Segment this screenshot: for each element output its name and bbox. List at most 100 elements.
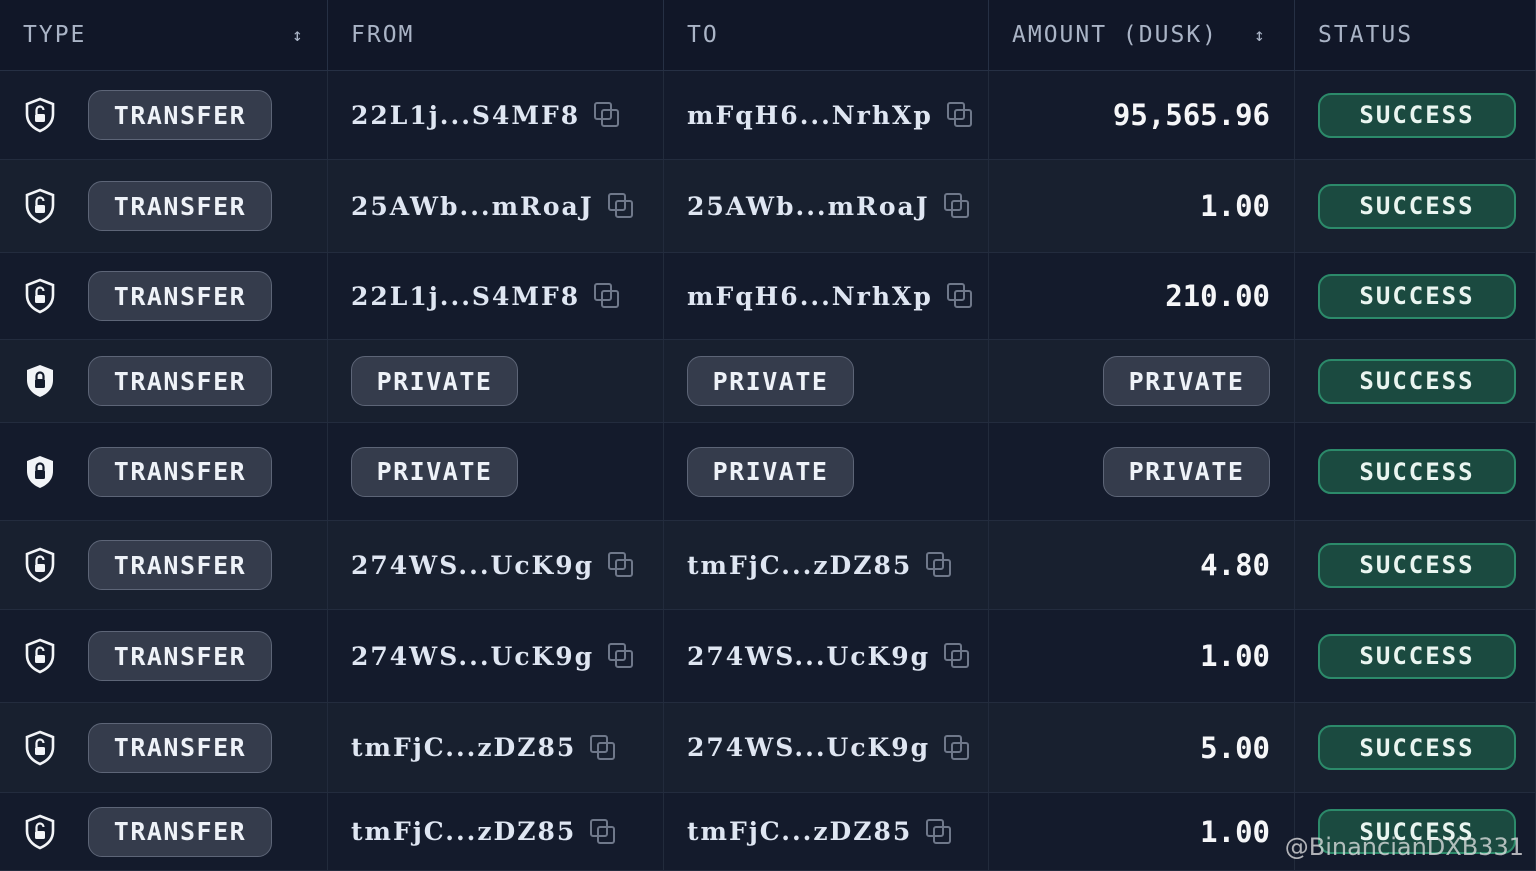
table-row[interactable]: TRANSFER PRIVATE PRIVATE PRIVATE SUCCESS (0, 340, 1536, 423)
copy-icon[interactable] (607, 193, 634, 219)
copy-icon[interactable] (946, 102, 973, 128)
status-badge: SUCCESS (1318, 358, 1516, 404)
from-cell: 22L1j...S4MF8 (328, 253, 664, 339)
copy-icon[interactable] (594, 102, 620, 128)
copy-icon[interactable] (926, 552, 952, 578)
sort-icon[interactable]: ↕ (292, 25, 305, 46)
to-address[interactable]: mFqH6...NrhXp (687, 282, 933, 311)
from-address[interactable]: 22L1j...S4MF8 (351, 101, 580, 130)
type-cell: TRANSFER (0, 703, 328, 792)
status-cell: SUCCESS (1295, 521, 1536, 609)
header-from: FROM (328, 0, 664, 70)
from-address[interactable]: 274WS...UcK9g (351, 642, 594, 671)
private-badge: PRIVATE (351, 356, 518, 406)
to-address[interactable]: 25AWb...mRoaJ (687, 192, 930, 221)
from-cell: 25AWb...mRoaJ (328, 160, 664, 252)
from-address[interactable]: 274WS...UcK9g (351, 551, 594, 580)
from-cell: PRIVATE (328, 423, 664, 520)
amount-cell: 1.00 (989, 160, 1295, 252)
copy-icon[interactable] (926, 818, 952, 845)
private-badge: PRIVATE (351, 446, 518, 497)
copy-icon[interactable] (608, 552, 634, 578)
to-address[interactable]: 274WS...UcK9g (687, 733, 930, 762)
to-cell: 25AWb...mRoaJ (664, 160, 989, 252)
type-cell: TRANSFER (0, 423, 328, 520)
from-address[interactable]: 25AWb...mRoaJ (351, 192, 594, 221)
to-cell: 274WS...UcK9g (664, 610, 989, 702)
type-cell: TRANSFER (0, 71, 328, 159)
to-address[interactable]: 274WS...UcK9g (687, 642, 930, 671)
table-row[interactable]: TRANSFER PRIVATE PRIVATE PRIVATE SUCCESS (0, 423, 1536, 521)
type-cell: TRANSFER (0, 160, 328, 252)
table-row[interactable]: TRANSFER 25AWb...mRoaJ 25AWb...mRoaJ 1.0… (0, 160, 1536, 253)
watermark: @BinancianDXB331 (1284, 833, 1524, 861)
type-cell: TRANSFER (0, 610, 328, 702)
private-badge: PRIVATE (1103, 356, 1270, 406)
type-badge: TRANSFER (88, 722, 272, 773)
copy-icon[interactable] (943, 193, 970, 219)
to-address[interactable]: mFqH6...NrhXp (687, 101, 933, 130)
to-cell: tmFjC...zDZ85 (664, 521, 989, 609)
unlocked-shield-icon (25, 188, 55, 224)
status-badge: SUCCESS (1318, 273, 1516, 319)
status-badge: SUCCESS (1318, 542, 1516, 588)
status-badge: SUCCESS (1318, 92, 1516, 138)
status-badge: SUCCESS (1318, 183, 1516, 229)
type-badge: TRANSFER (88, 540, 272, 590)
type-cell: TRANSFER (0, 521, 328, 609)
unlocked-shield-icon (25, 97, 55, 133)
header-amount[interactable]: AMOUNT (DUSK) ↕ (989, 0, 1295, 70)
unlocked-shield-icon (25, 547, 55, 583)
from-address[interactable]: 22L1j...S4MF8 (351, 282, 580, 311)
type-badge: TRANSFER (88, 356, 272, 406)
status-cell: SUCCESS (1295, 340, 1536, 422)
copy-icon[interactable] (944, 734, 970, 761)
table-row[interactable]: TRANSFER 274WS...UcK9g tmFjC...zDZ85 4.8… (0, 521, 1536, 610)
copy-icon[interactable] (594, 283, 620, 309)
type-badge: TRANSFER (88, 90, 272, 140)
amount-value: 1.00 (1200, 189, 1270, 223)
header-type[interactable]: TYPE ↕ (0, 0, 328, 70)
from-cell: 274WS...UcK9g (328, 521, 664, 609)
amount-cell: 5.00 (989, 703, 1295, 792)
copy-icon[interactable] (590, 818, 616, 845)
table-header: TYPE ↕ FROM TO AMOUNT (DUSK) ↕ STATUS (0, 0, 1536, 71)
from-cell: tmFjC...zDZ85 (328, 793, 664, 870)
table-row[interactable]: TRANSFER 22L1j...S4MF8 mFqH6...NrhXp 95,… (0, 71, 1536, 160)
from-cell: PRIVATE (328, 340, 664, 422)
type-badge: TRANSFER (88, 806, 272, 857)
to-address[interactable]: tmFjC...zDZ85 (687, 817, 912, 846)
to-cell: mFqH6...NrhXp (664, 253, 989, 339)
from-address[interactable]: tmFjC...zDZ85 (351, 817, 576, 846)
status-cell: SUCCESS (1295, 71, 1536, 159)
to-cell: PRIVATE (664, 423, 989, 520)
table-row[interactable]: TRANSFER 22L1j...S4MF8 mFqH6...NrhXp 210… (0, 253, 1536, 340)
header-status: STATUS (1295, 0, 1536, 70)
private-badge: PRIVATE (687, 446, 854, 497)
from-address[interactable]: tmFjC...zDZ85 (351, 733, 576, 762)
table-body: TRANSFER 22L1j...S4MF8 mFqH6...NrhXp 95,… (0, 71, 1536, 871)
amount-cell: 210.00 (989, 253, 1295, 339)
status-badge: SUCCESS (1318, 633, 1516, 679)
table-row[interactable]: TRANSFER 274WS...UcK9g 274WS...UcK9g 1.0… (0, 610, 1536, 703)
table-row[interactable]: TRANSFER tmFjC...zDZ85 274WS...UcK9g 5.0… (0, 703, 1536, 793)
from-cell: tmFjC...zDZ85 (328, 703, 664, 792)
type-badge: TRANSFER (88, 181, 272, 231)
unlocked-shield-icon (25, 638, 55, 674)
unlocked-shield-icon (25, 278, 55, 314)
copy-icon[interactable] (944, 643, 970, 669)
status-cell: SUCCESS (1295, 703, 1536, 792)
to-cell: mFqH6...NrhXp (664, 71, 989, 159)
to-cell: 274WS...UcK9g (664, 703, 989, 792)
unlocked-shield-icon (25, 730, 55, 765)
to-address[interactable]: tmFjC...zDZ85 (687, 551, 912, 580)
type-cell: TRANSFER (0, 793, 328, 870)
copy-icon[interactable] (590, 734, 616, 761)
sort-icon[interactable]: ↕ (1254, 25, 1267, 46)
type-badge: TRANSFER (88, 446, 272, 497)
type-cell: TRANSFER (0, 340, 328, 422)
status-badge: SUCCESS (1318, 449, 1516, 494)
amount-cell: 1.00 (989, 610, 1295, 702)
copy-icon[interactable] (946, 283, 973, 309)
copy-icon[interactable] (608, 643, 634, 669)
